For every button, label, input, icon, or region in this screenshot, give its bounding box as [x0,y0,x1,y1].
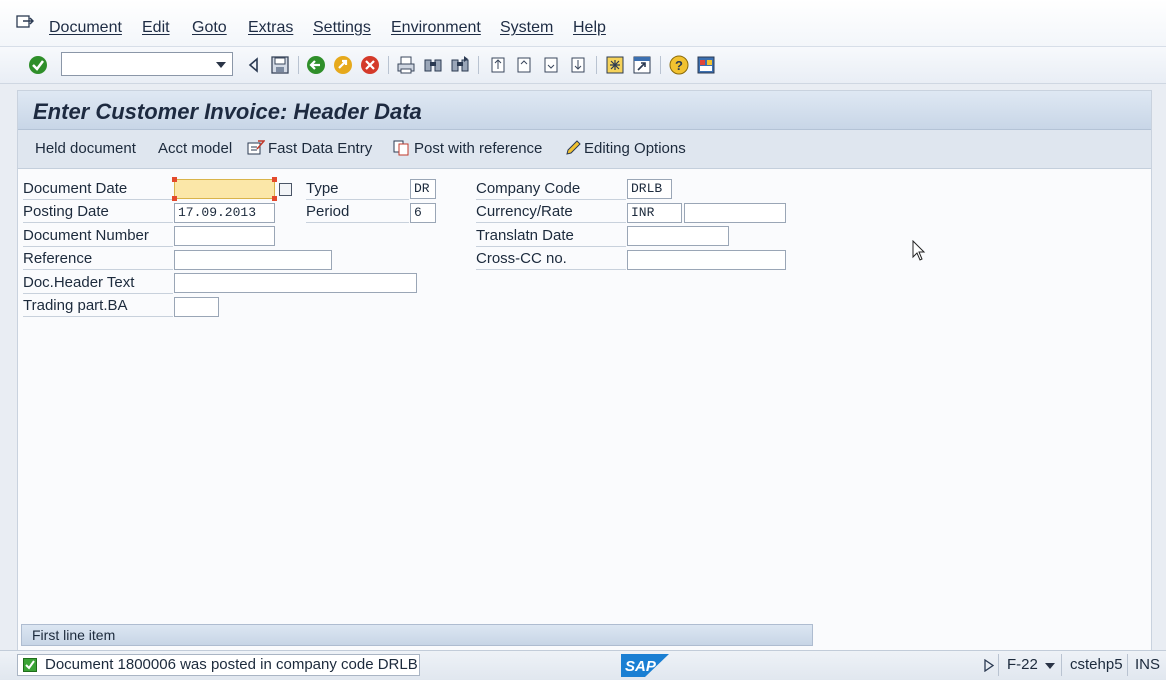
document-number-input[interactable] [174,226,275,246]
insert-mode[interactable]: INS [1135,656,1160,673]
acct-model-button[interactable]: Acct model [158,140,232,157]
fast-entry-icon [247,140,266,155]
type-label: Type [306,178,409,200]
focus-handle [272,177,277,182]
document-number-label: Document Number [23,225,173,247]
menu-extras[interactable]: Extras [248,19,293,37]
status-bar: Document 1800006 was posted in company c… [0,650,1166,680]
cross-cc-no-input[interactable] [627,250,786,270]
chevron-down-icon[interactable] [1045,663,1055,669]
menu-system[interactable]: System [500,19,553,37]
period-input[interactable]: 6 [410,203,436,223]
doc-header-text-input[interactable] [174,273,417,293]
toolbar-separator [478,56,479,74]
first-line-item-section: First line item [21,624,813,646]
chevron-down-icon[interactable] [216,62,226,68]
company-code-input[interactable]: DRLB [627,179,672,199]
editing-options-label: Editing Options [584,140,686,157]
main-screen: Enter Customer Invoice: Header Data Held… [17,90,1152,652]
shortcut-icon[interactable] [632,55,652,75]
svg-text:SAP: SAP [625,658,657,675]
trading-part-ba-label: Trading part.BA [23,295,173,317]
back-arrow-icon[interactable] [244,55,264,75]
posting-date-input[interactable]: 17.09.2013 [174,203,275,223]
success-icon [23,658,37,672]
standard-toolbar: ? [0,47,1166,84]
toolbar-separator [660,56,661,74]
status-message-box[interactable]: Document 1800006 was posted in company c… [17,654,420,676]
find-icon[interactable] [423,55,443,75]
menu-goto[interactable]: Goto [192,19,227,37]
title-bar: Enter Customer Invoice: Header Data [18,91,1151,130]
company-code-label: Company Code [476,178,626,200]
menu-environment[interactable]: Environment [391,19,481,37]
toolbar-separator [596,56,597,74]
toolbar-separator [388,56,389,74]
previous-page-icon[interactable] [514,55,534,75]
copy-document-icon [393,140,409,156]
menu-bar: Document Edit Goto Extras Settings Envir… [0,0,1166,47]
post-with-reference-button[interactable]: Post with reference [393,140,542,157]
status-message: Document 1800006 was posted in company c… [45,656,418,673]
pencil-icon [566,140,581,155]
reference-label: Reference [23,248,173,270]
status-expand-icon[interactable] [984,659,994,672]
find-next-icon[interactable] [450,55,470,75]
posting-date-label: Posting Date [23,201,173,223]
fast-data-entry-label: Fast Data Entry [268,140,373,157]
document-date-input[interactable] [174,179,275,199]
help-icon[interactable]: ? [669,55,689,75]
acct-model-label: Acct model [158,140,233,157]
page-title: Enter Customer Invoice: Header Data [33,99,422,124]
held-document-label: Held document [35,140,136,157]
menu-settings[interactable]: Settings [313,19,371,37]
back-icon[interactable] [306,55,326,75]
held-document-button[interactable]: Held document [35,140,136,157]
print-icon[interactable] [396,55,416,75]
customize-layout-icon[interactable] [696,55,716,75]
system-menu-icon[interactable] [16,15,34,29]
status-separator [998,654,999,676]
menu-edit[interactable]: Edit [142,19,170,37]
next-page-icon[interactable] [541,55,561,75]
status-separator [1127,654,1128,676]
toolbar-separator [298,56,299,74]
translatn-date-label: Translatn Date [476,225,626,247]
focus-handle [172,177,177,182]
first-page-icon[interactable] [488,55,508,75]
sap-logo: SAP [621,654,669,677]
command-field[interactable] [61,52,233,76]
menu-document[interactable]: Document [49,19,122,37]
save-icon[interactable] [270,55,290,75]
focus-handle [272,196,277,201]
doc-header-text-label: Doc.Header Text [23,272,173,294]
reference-input[interactable] [174,250,332,270]
fast-data-entry-button[interactable]: Fast Data Entry [247,140,372,157]
currency-rate-label: Currency/Rate [476,201,626,223]
create-session-icon[interactable] [605,55,625,75]
type-input[interactable]: DR [410,179,436,199]
editing-options-button[interactable]: Editing Options [565,140,686,157]
mouse-cursor-icon [912,240,926,261]
server-name: cstehp5 [1070,656,1123,673]
translatn-date-input[interactable] [627,226,729,246]
focus-handle [172,196,177,201]
period-label: Period [306,201,409,223]
transaction-code: F-22 [1007,656,1038,673]
svg-text:?: ? [675,58,683,73]
enter-icon[interactable] [28,55,48,75]
exchange-rate-input[interactable] [684,203,786,223]
calendar-help-icon[interactable] [279,183,292,196]
menu-help[interactable]: Help [573,19,606,37]
currency-input[interactable]: INR [627,203,682,223]
cancel-icon[interactable] [360,55,380,75]
status-separator [1061,654,1062,676]
exit-icon[interactable] [333,55,353,75]
last-page-icon[interactable] [568,55,588,75]
application-toolbar: Held document Acct model Fast Data Entry… [18,130,1151,169]
cross-cc-no-label: Cross-CC no. [476,248,626,270]
post-with-reference-label: Post with reference [414,140,543,157]
document-date-label: Document Date [23,178,173,200]
trading-part-ba-input[interactable] [174,297,219,317]
